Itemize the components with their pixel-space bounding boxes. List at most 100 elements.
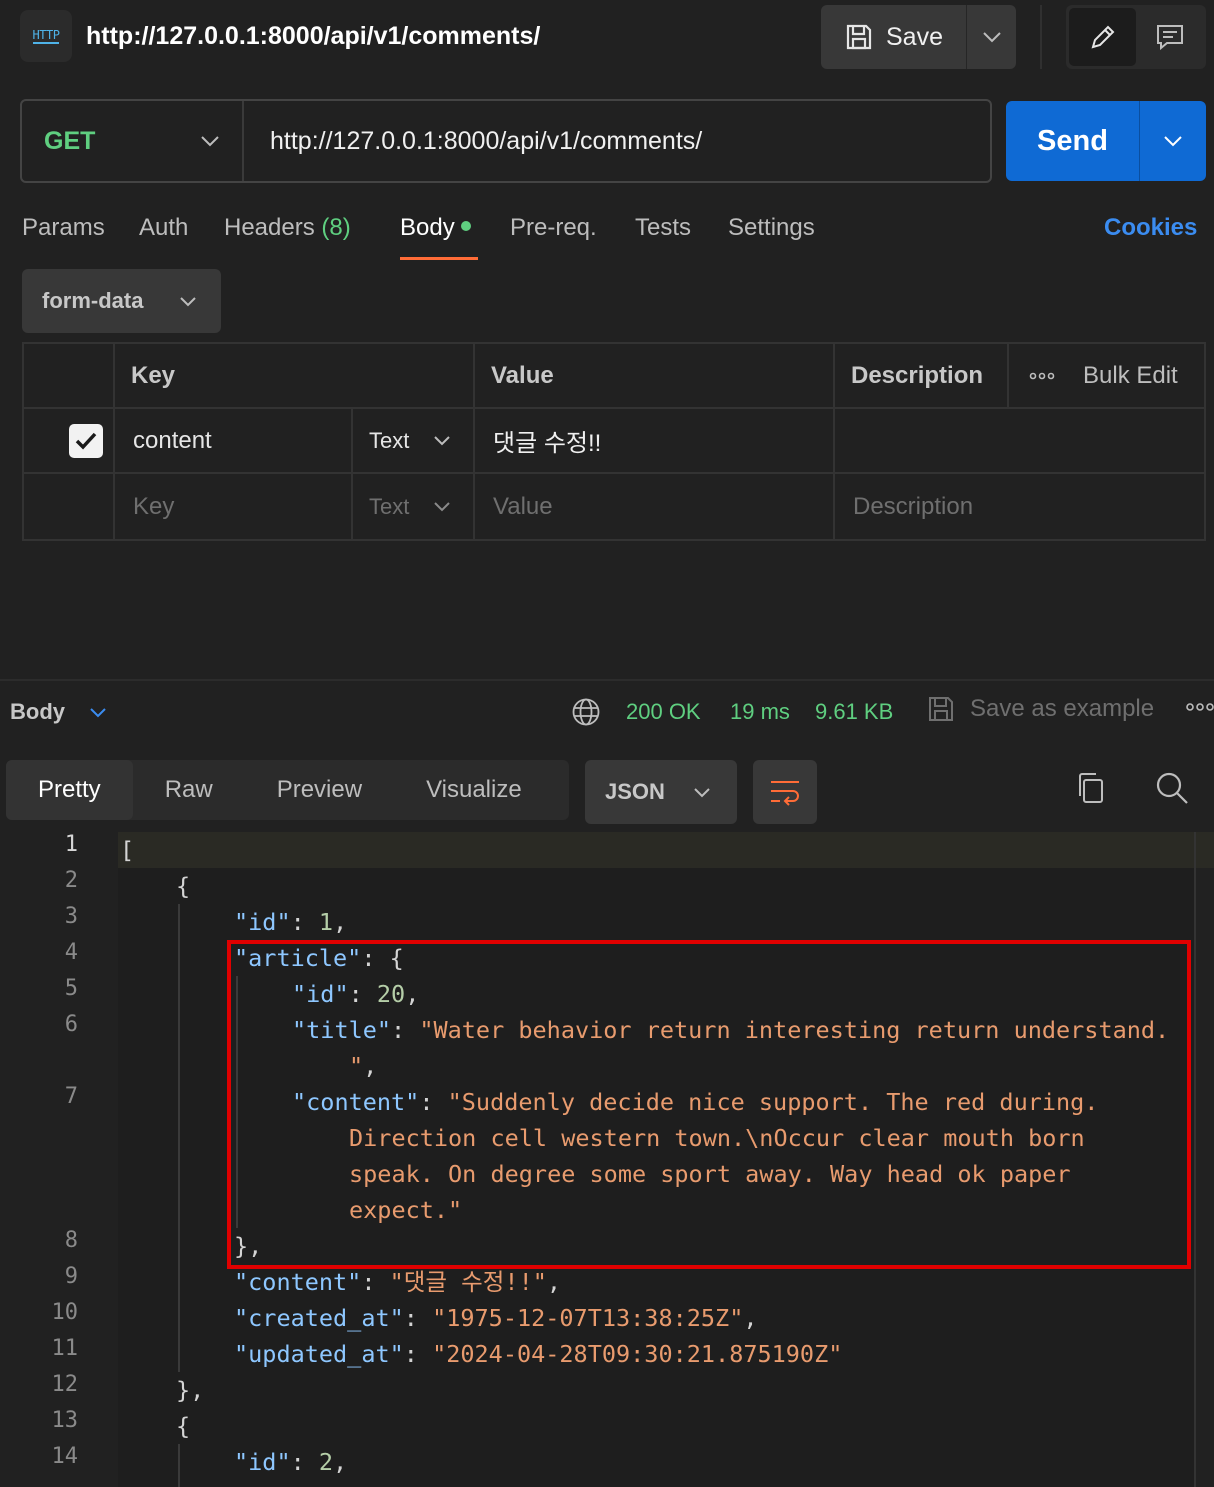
save-button[interactable]: Save [821, 5, 967, 69]
chevron-down-icon [1164, 136, 1182, 147]
method-select[interactable]: GET [22, 101, 244, 181]
toolbar-divider [1040, 5, 1042, 69]
column-header-value: Value [475, 344, 835, 409]
format-select[interactable]: JSON [585, 760, 737, 824]
row-type-select[interactable]: Text [353, 409, 475, 474]
tab-settings[interactable]: Settings [728, 214, 815, 242]
indent-guide [178, 1444, 180, 1487]
new-key-input[interactable]: Key [115, 474, 353, 539]
line-number: 2 [64, 868, 78, 893]
row-description-input[interactable] [835, 409, 1204, 474]
save-dropdown-button[interactable] [967, 5, 1016, 69]
code-line: }, [176, 1376, 205, 1404]
more-options-icon[interactable] [1029, 372, 1055, 380]
copy-icon[interactable] [1074, 770, 1106, 806]
chevron-down-icon [434, 502, 450, 512]
chevron-down-icon [982, 32, 1001, 43]
form-data-table: Key Value Description Bulk Edit content … [22, 342, 1206, 541]
code-line: "updated_at": "2024-04-28T09:30:21.87519… [234, 1340, 843, 1368]
method-label: GET [44, 126, 96, 155]
tab-body-label: Body [400, 214, 455, 241]
http-request-icon: HTTP [20, 10, 72, 62]
send-button[interactable]: Send [1006, 101, 1140, 181]
request-title[interactable]: http://127.0.0.1:8000/api/v1/comments/ [86, 22, 540, 51]
body-indicator-dot [460, 220, 471, 231]
tab-body[interactable]: Body [400, 214, 471, 242]
new-type-select[interactable]: Text [353, 474, 475, 539]
pencil-icon [1091, 25, 1114, 49]
word-wrap-button[interactable] [753, 760, 817, 824]
row-checkbox[interactable] [68, 423, 103, 458]
save-icon [846, 24, 872, 50]
row-value-input[interactable]: 댓글 수정!! [475, 409, 835, 474]
code-line: [ [120, 836, 135, 864]
line-number: 11 [51, 1336, 79, 1361]
line-number: 12 [51, 1372, 79, 1397]
code-line: { [176, 872, 191, 900]
cookies-link[interactable]: Cookies [1104, 214, 1197, 242]
response-section-label: Body [10, 699, 65, 724]
column-header-description: Description [835, 344, 1009, 409]
chevron-down-icon [434, 436, 450, 446]
row-type-label: Text [369, 427, 410, 453]
comments-button[interactable] [1136, 8, 1203, 66]
chevron-down-icon [694, 787, 710, 797]
view-mode-toggle [1066, 5, 1206, 69]
save-as-example-label: Save as example [970, 695, 1155, 722]
line-number: 1 [64, 832, 78, 857]
new-type-label: Text [369, 493, 410, 519]
response-time[interactable]: 19 ms [730, 699, 790, 725]
active-tab-underline [400, 257, 478, 260]
indent-guide [178, 904, 180, 1372]
tab-headers[interactable]: Headers (8) [224, 214, 351, 242]
tab-preview[interactable]: Preview [245, 760, 394, 820]
more-options-icon[interactable] [1186, 702, 1214, 712]
line-number: 5 [64, 976, 78, 1001]
send-button-group: Send [1006, 101, 1206, 181]
tab-pretty[interactable]: Pretty [6, 760, 133, 820]
new-value-input[interactable]: Value [475, 474, 835, 539]
send-dropdown-button[interactable] [1140, 101, 1206, 181]
row-key-input[interactable]: content [115, 409, 353, 474]
code-line: { [176, 1412, 191, 1440]
save-button-group: Save [821, 5, 1016, 69]
chevron-down-icon [201, 136, 219, 147]
tab-tests[interactable]: Tests [635, 214, 691, 242]
line-number: 8 [64, 1228, 78, 1253]
tab-visualize[interactable]: Visualize [394, 760, 554, 820]
url-input[interactable]: http://127.0.0.1:8000/api/v1/comments/ [244, 127, 990, 156]
code-line: "id": 1, [234, 908, 348, 936]
save-label: Save [886, 22, 943, 51]
body-type-select[interactable]: form-data [22, 269, 221, 333]
pane-divider[interactable] [0, 679, 1214, 681]
table-actions: Bulk Edit [1009, 344, 1204, 409]
checkmark-icon [75, 432, 96, 450]
line-number: 13 [51, 1408, 79, 1433]
tab-params[interactable]: Params [22, 214, 105, 242]
status-code[interactable]: 200 OK [626, 699, 701, 725]
save-icon [929, 697, 953, 721]
globe-icon[interactable] [571, 697, 601, 727]
chevron-down-icon [180, 296, 196, 306]
format-label: JSON [605, 779, 665, 804]
tab-raw[interactable]: Raw [133, 760, 245, 820]
response-size[interactable]: 9.61 KB [815, 699, 893, 725]
header-check-cell [24, 344, 115, 409]
row-checkbox-cell [24, 409, 115, 474]
response-section-select[interactable]: Body [10, 699, 107, 725]
edit-mode-button[interactable] [1069, 8, 1136, 66]
save-as-example-button[interactable]: Save as example [926, 694, 1154, 724]
chevron-down-icon [90, 707, 106, 717]
line-number: 3 [64, 904, 78, 929]
empty-check-cell [24, 474, 115, 539]
tab-auth[interactable]: Auth [139, 214, 188, 242]
search-icon[interactable] [1154, 770, 1190, 806]
line-number: 4 [64, 940, 78, 965]
response-view-tabs: Pretty Raw Preview Visualize [6, 760, 569, 820]
line-number: 9 [64, 1264, 78, 1289]
tab-prereq[interactable]: Pre-req. [510, 214, 597, 242]
code-line: "id": 2, [234, 1448, 348, 1476]
new-description-input[interactable]: Description [835, 474, 1204, 539]
bulk-edit-button[interactable]: Bulk Edit [1083, 362, 1178, 390]
code-line: "content": "댓글 수정!!", [234, 1268, 562, 1296]
